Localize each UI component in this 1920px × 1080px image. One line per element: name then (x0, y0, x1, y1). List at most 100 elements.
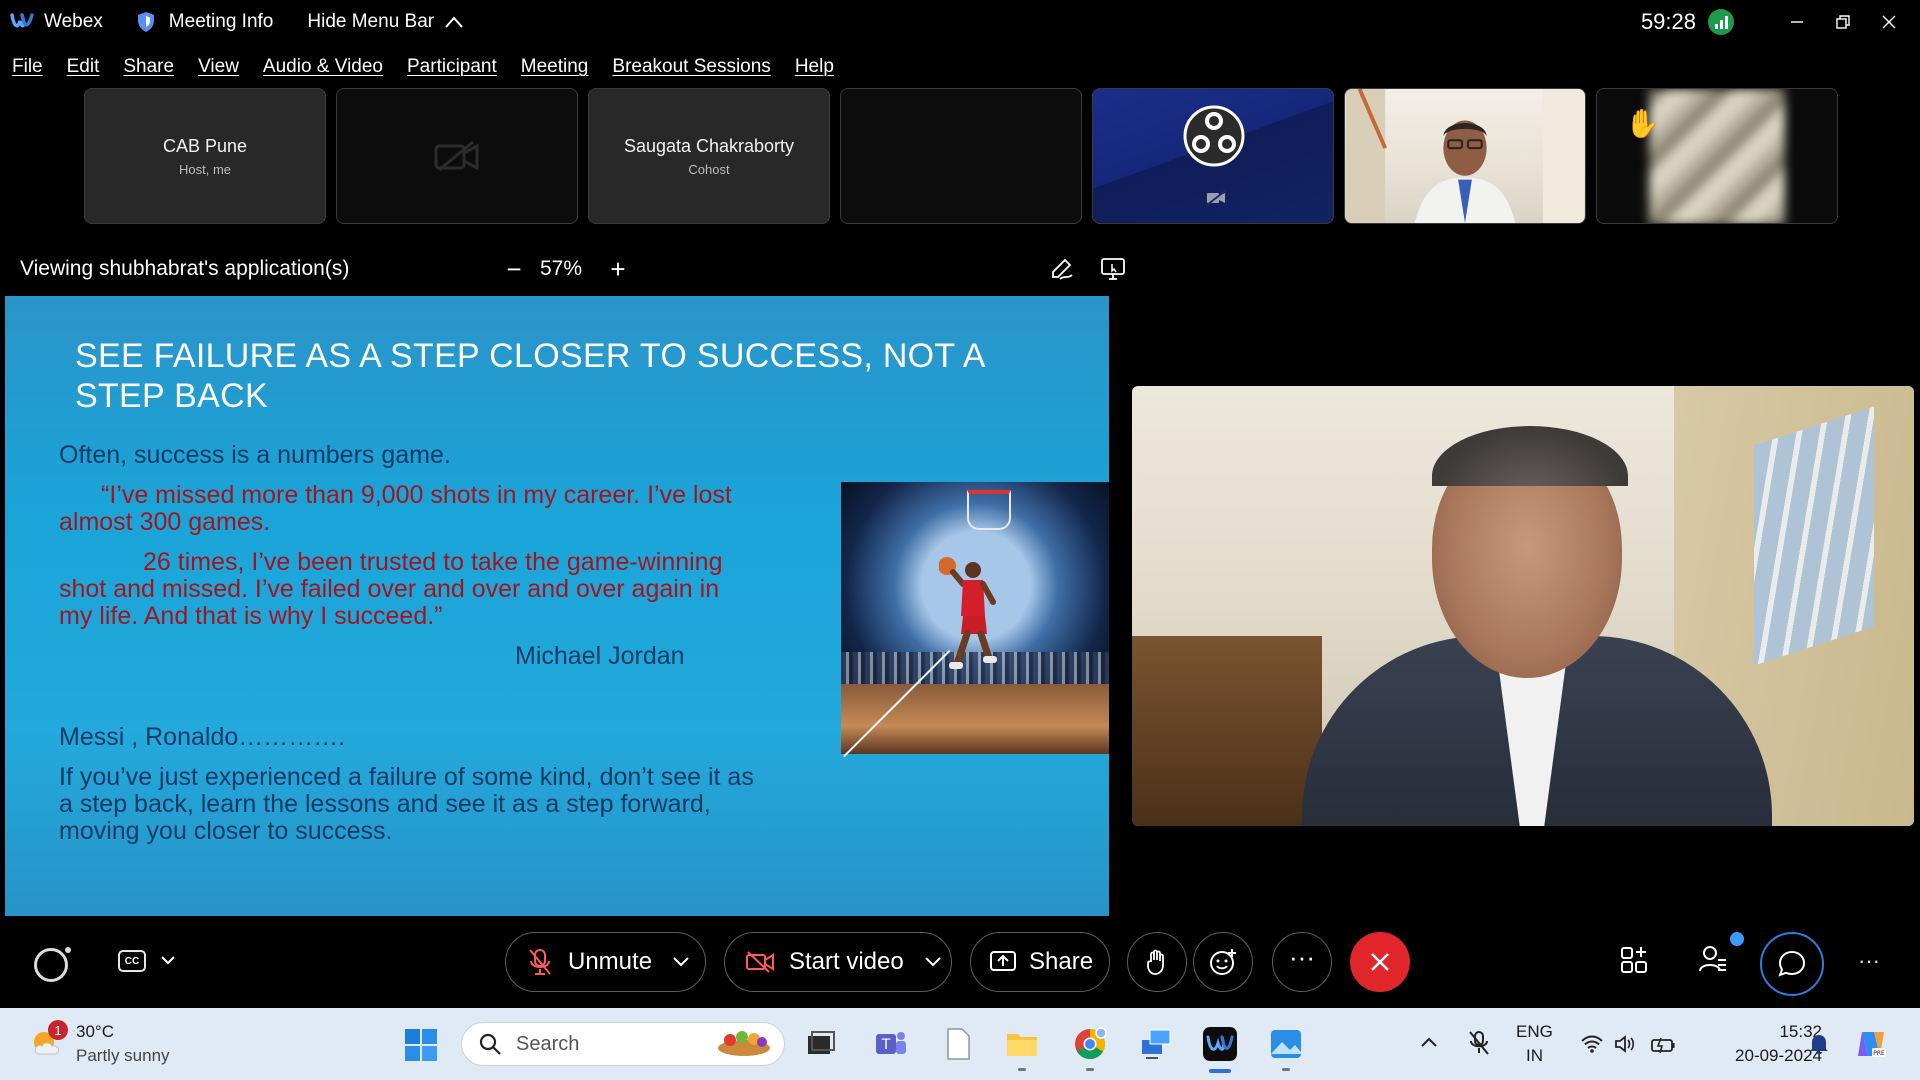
participants-icon[interactable] (1698, 944, 1728, 974)
chevron-down-icon[interactable] (924, 956, 942, 968)
close-window-button[interactable] (1866, 0, 1912, 44)
participant-tile-host[interactable]: CAB Pune Host, me (84, 88, 326, 224)
meeting-info-button[interactable]: Meeting Info (137, 0, 273, 44)
clock-date[interactable]: 20-09-2024 (1702, 1046, 1822, 1066)
menu-bar: File Edit Share View Audio & Video Parti… (0, 50, 858, 84)
chat-button[interactable] (1760, 932, 1824, 996)
slide-basketball-image (841, 482, 1109, 754)
document-icon[interactable] (940, 1026, 976, 1062)
notification-dot (1730, 932, 1744, 946)
emoji-reaction-icon (1210, 949, 1236, 975)
participant-name: Saugata Chakraborty (623, 135, 795, 156)
input-language[interactable]: ENG (1516, 1022, 1553, 1042)
more-options-button[interactable]: ··· (1272, 932, 1332, 992)
remote-desktop-icon[interactable] (1138, 1026, 1174, 1062)
closed-captions-icon[interactable]: CC (118, 950, 146, 972)
share-label: Share (1029, 948, 1094, 975)
copilot-icon[interactable]: PRE (1854, 1028, 1888, 1060)
menu-file[interactable]: File (12, 56, 43, 78)
zoom-in-button[interactable]: + (606, 254, 630, 285)
camera-off-icon (434, 140, 479, 172)
apps-icon[interactable] (1620, 944, 1648, 974)
restore-icon (1836, 15, 1850, 29)
meeting-controls-bar: CC Unmute Start video Share ··· ··· (0, 920, 1920, 1006)
chevron-up-icon (445, 16, 463, 28)
hand-icon (1147, 949, 1164, 975)
hide-menu-bar-button[interactable]: Hide Menu Bar (307, 0, 464, 44)
wifi-icon[interactable] (1580, 1034, 1604, 1054)
start-video-button[interactable]: Start video (724, 932, 952, 992)
weather-alert-badge: 1 (48, 1020, 68, 1040)
webex-logo-icon (10, 13, 34, 28)
menu-audio-video[interactable]: Audio & Video (263, 56, 383, 78)
camera-off-icon (1206, 190, 1226, 206)
participant-tile-video[interactable] (1344, 88, 1586, 224)
menu-edit[interactable]: Edit (67, 56, 100, 78)
unmute-label: Unmute (568, 948, 653, 975)
menu-view[interactable]: View (198, 56, 239, 78)
zoom-level: 57% (540, 257, 583, 280)
task-view-icon[interactable] (802, 1026, 838, 1062)
participant-tile-video-off[interactable] (336, 88, 578, 224)
chevron-down-icon[interactable] (672, 956, 690, 968)
running-indicator (1018, 1068, 1026, 1071)
participant-tile-raised-hand[interactable]: ✋ (1596, 88, 1838, 224)
volume-icon[interactable] (1614, 1034, 1636, 1054)
minimize-button[interactable] (1774, 0, 1820, 44)
slide-quote-line: almost 300 games. (59, 508, 271, 536)
restore-button[interactable] (1820, 0, 1866, 44)
menu-participant[interactable]: Participant (407, 56, 497, 78)
chrome-icon[interactable] (1072, 1026, 1108, 1062)
obs-logo-icon (1183, 105, 1245, 167)
meeting-timer: 59:28 (1640, 9, 1696, 34)
menu-help[interactable]: Help (795, 56, 834, 78)
participant-tile-blank[interactable] (840, 88, 1082, 224)
zoom-out-button[interactable]: − (502, 254, 526, 285)
teams-icon[interactable]: T (872, 1026, 908, 1062)
participant-tile-obs[interactable] (1092, 88, 1334, 224)
chevron-up-icon[interactable] (1420, 1036, 1438, 1048)
overflow-menu-button[interactable]: ··· (1858, 948, 1880, 974)
participant-tile-cohost[interactable]: Saugata Chakraborty Cohost (588, 88, 830, 224)
end-meeting-button[interactable] (1350, 932, 1410, 992)
notification-bell-icon[interactable] (1808, 1032, 1830, 1056)
blurred-video-feed (1649, 89, 1785, 223)
battery-icon[interactable] (1650, 1034, 1676, 1054)
close-icon (1371, 953, 1389, 971)
share-button[interactable]: Share (970, 932, 1110, 992)
menu-breakout-sessions[interactable]: Breakout Sessions (612, 56, 770, 78)
menu-meeting[interactable]: Meeting (521, 56, 589, 78)
remote-control-screen-icon[interactable] (1100, 257, 1126, 281)
start-video-label: Start video (789, 948, 904, 975)
connection-signal-icon[interactable] (1708, 9, 1734, 35)
file-explorer-icon[interactable] (1004, 1026, 1040, 1062)
windows-start-icon[interactable] (404, 1028, 438, 1062)
running-indicator (1086, 1068, 1094, 1071)
share-viewing-toolbar: Viewing shubhabrat's application(s) − 57… (20, 254, 1125, 284)
raised-hand-icon: ✋ (1625, 108, 1660, 139)
slide-text-line: Messi , Ronaldo…………. (59, 723, 346, 751)
slide-title: SEE FAILURE AS A STEP CLOSER TO SUCCESS,… (75, 337, 984, 415)
annotate-pen-icon[interactable] (1050, 257, 1074, 281)
webex-taskbar-icon[interactable] (1202, 1026, 1238, 1062)
microphone-muted-icon[interactable] (1468, 1030, 1490, 1056)
active-speaker-video[interactable] (1132, 386, 1914, 826)
raise-hand-button[interactable] (1127, 932, 1187, 992)
slide-quote-line: “I’ve missed more than 9,000 shots in my… (101, 481, 732, 509)
ai-assistant-icon[interactable] (34, 947, 71, 982)
reactions-button[interactable] (1193, 932, 1253, 992)
menu-share[interactable]: Share (123, 56, 174, 78)
shield-icon (137, 12, 154, 32)
photos-icon[interactable] (1268, 1026, 1304, 1062)
app-name: Webex (44, 11, 103, 32)
webex-app-menu[interactable]: Webex (0, 0, 103, 44)
slide-text-line: Often, success is a numbers game. (59, 441, 451, 469)
search-input[interactable] (516, 1032, 696, 1056)
participant-video-feed (1345, 89, 1585, 223)
unmute-button[interactable]: Unmute (505, 932, 706, 992)
shared-content-slide[interactable]: SEE FAILURE AS A STEP CLOSER TO SUCCESS,… (5, 296, 1109, 916)
chevron-down-icon[interactable] (160, 954, 176, 966)
input-region[interactable]: IN (1526, 1046, 1543, 1066)
title-bar-right: 59:28 (1641, 0, 1920, 44)
weather-temperature: 30°C (76, 1022, 114, 1041)
